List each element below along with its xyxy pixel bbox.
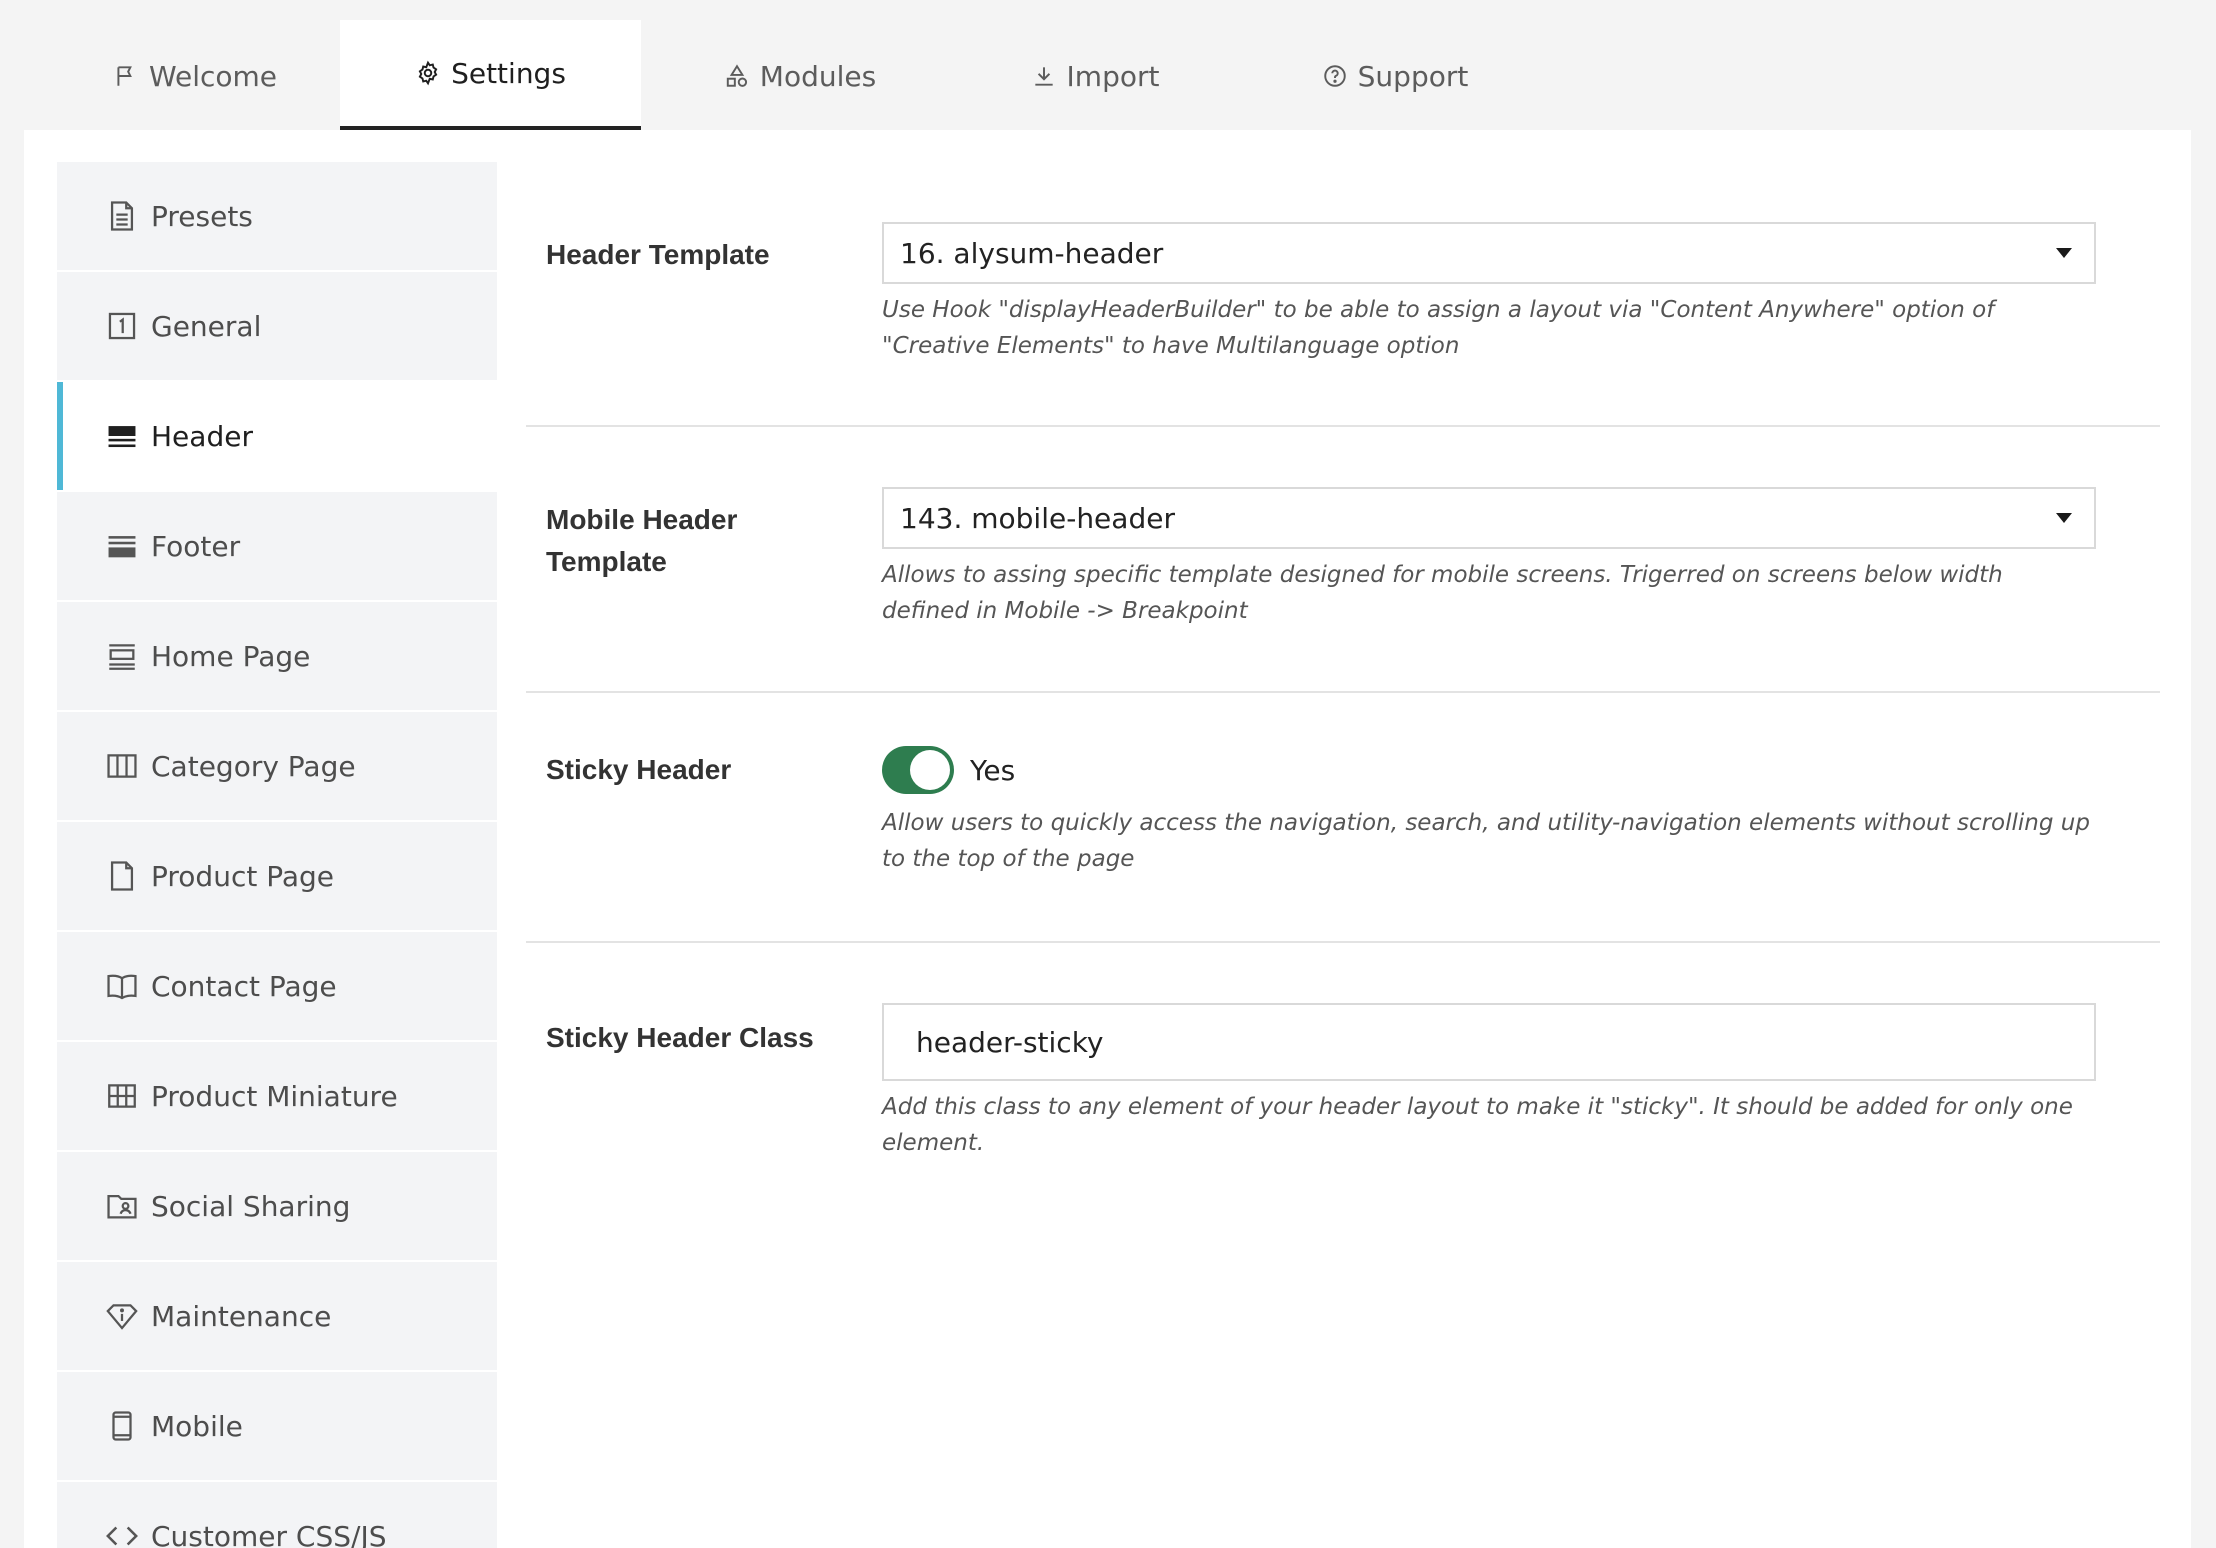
gear-icon xyxy=(415,60,441,86)
chevron-down-icon xyxy=(2056,248,2072,258)
sidebar-item-label: Product Miniature xyxy=(151,1079,398,1113)
code-icon xyxy=(105,1519,139,1548)
sidebar-item-presets[interactable]: Presets xyxy=(57,162,497,270)
book-icon xyxy=(105,969,139,1003)
tab-import[interactable]: Import xyxy=(1010,20,1180,132)
tab-settings[interactable]: Settings xyxy=(340,20,641,132)
home-layout-icon xyxy=(105,639,139,673)
diamond-info-icon xyxy=(105,1299,139,1333)
square-one-icon xyxy=(105,309,139,343)
sticky-header-row: Sticky Header Yes Allow users to quickly… xyxy=(526,693,2160,943)
columns-icon xyxy=(105,749,139,783)
sidebar-item-footer[interactable]: Footer xyxy=(57,492,497,600)
mobile-header-template-help: Allows to assing specific template desig… xyxy=(882,562,2003,624)
sidebar-item-mobile[interactable]: Mobile xyxy=(57,1372,497,1480)
mobile-header-template-label: Mobile Header Template xyxy=(546,499,856,583)
grid-icon xyxy=(105,1079,139,1113)
sidebar-item-label: Maintenance xyxy=(151,1299,332,1333)
sidebar-item-label: Presets xyxy=(151,199,253,233)
sidebar-item-category-page[interactable]: Category Page xyxy=(57,712,497,820)
document-icon xyxy=(105,199,139,233)
sidebar-item-product-page[interactable]: Product Page xyxy=(57,822,497,930)
tab-support[interactable]: Support xyxy=(1300,20,1490,132)
tab-import-label: Import xyxy=(1066,59,1160,93)
sidebar-item-maintenance[interactable]: Maintenance xyxy=(57,1262,497,1370)
sticky-header-class-label: Sticky Header Class xyxy=(546,1022,814,1053)
header-template-row: Header Template 16. alysum-header Use Ho… xyxy=(526,162,2160,427)
tab-support-label: Support xyxy=(1357,59,1469,93)
mobile-header-template-select[interactable]: 143. mobile-header xyxy=(882,487,2096,549)
sidebar-item-label: Customer CSS/JS xyxy=(151,1519,387,1548)
sticky-header-toggle[interactable] xyxy=(882,746,954,794)
sidebar-item-header[interactable]: Header xyxy=(57,382,497,490)
sidebar-item-customer-css-js[interactable]: Customer CSS/JS xyxy=(57,1482,497,1548)
shapes-icon xyxy=(724,63,750,89)
header-settings-form: Header Template 16. alysum-header Use Ho… xyxy=(526,162,2160,1163)
header-template-select[interactable]: 16. alysum-header xyxy=(882,222,2096,284)
settings-sidebar: Presets General Header Footer Home Page … xyxy=(57,162,497,1548)
mobile-header-template-row: Mobile Header Template 143. mobile-heade… xyxy=(526,427,2160,693)
sticky-header-class-input[interactable]: header-sticky xyxy=(882,1003,2096,1081)
flag-icon xyxy=(113,63,139,89)
sticky-header-class-value: header-sticky xyxy=(916,1025,1104,1059)
mobile-header-template-label-line2: Template xyxy=(546,546,667,577)
question-circle-icon xyxy=(1322,63,1348,89)
header-template-label: Header Template xyxy=(546,239,770,270)
folder-user-icon xyxy=(105,1189,139,1223)
footer-bars-icon xyxy=(105,529,139,563)
sidebar-item-home-page[interactable]: Home Page xyxy=(57,602,497,710)
sticky-header-label: Sticky Header xyxy=(546,754,732,785)
tab-modules[interactable]: Modules xyxy=(700,20,900,132)
mobile-header-template-label-line1: Mobile Header xyxy=(546,504,738,535)
tab-welcome-label: Welcome xyxy=(148,59,278,93)
sidebar-item-label: Home Page xyxy=(151,639,311,673)
chevron-down-icon xyxy=(2056,513,2072,523)
header-template-value: 16. alysum-header xyxy=(900,236,1164,270)
sticky-header-toggle-text: Yes xyxy=(970,753,1016,787)
sticky-header-class-row: Sticky Header Class header-sticky Add th… xyxy=(526,943,2160,1163)
download-icon xyxy=(1031,63,1057,89)
sidebar-item-product-miniature[interactable]: Product Miniature xyxy=(57,1042,497,1150)
sidebar-item-general[interactable]: General xyxy=(57,272,497,380)
header-template-help: Use Hook "displayHeaderBuilder" to be ab… xyxy=(882,297,1995,359)
sidebar-item-contact-page[interactable]: Contact Page xyxy=(57,932,497,1040)
sidebar-item-label: Contact Page xyxy=(151,969,337,1003)
sidebar-item-label: General xyxy=(151,309,262,343)
tab-welcome[interactable]: Welcome xyxy=(90,20,300,132)
tab-modules-label: Modules xyxy=(759,59,877,93)
top-tabs: Welcome Settings Modules Import Support xyxy=(0,0,2216,132)
tab-settings-label: Settings xyxy=(451,56,566,90)
header-bars-icon xyxy=(105,419,139,453)
page-icon xyxy=(105,859,139,893)
sidebar-item-label: Mobile xyxy=(151,1409,243,1443)
sidebar-item-label: Category Page xyxy=(151,749,356,783)
mobile-header-template-value: 143. mobile-header xyxy=(900,501,1175,535)
sidebar-item-label: Footer xyxy=(151,529,241,563)
sidebar-item-social-sharing[interactable]: Social Sharing xyxy=(57,1152,497,1260)
sticky-header-help: Allow users to quickly access the naviga… xyxy=(882,810,2090,872)
mobile-icon xyxy=(105,1409,139,1443)
sidebar-item-label: Product Page xyxy=(151,859,334,893)
sidebar-item-label: Social Sharing xyxy=(151,1189,351,1223)
sticky-header-class-help: Add this class to any element of your he… xyxy=(882,1094,2073,1156)
toggle-knob xyxy=(910,750,950,790)
sidebar-item-label: Header xyxy=(151,419,253,453)
